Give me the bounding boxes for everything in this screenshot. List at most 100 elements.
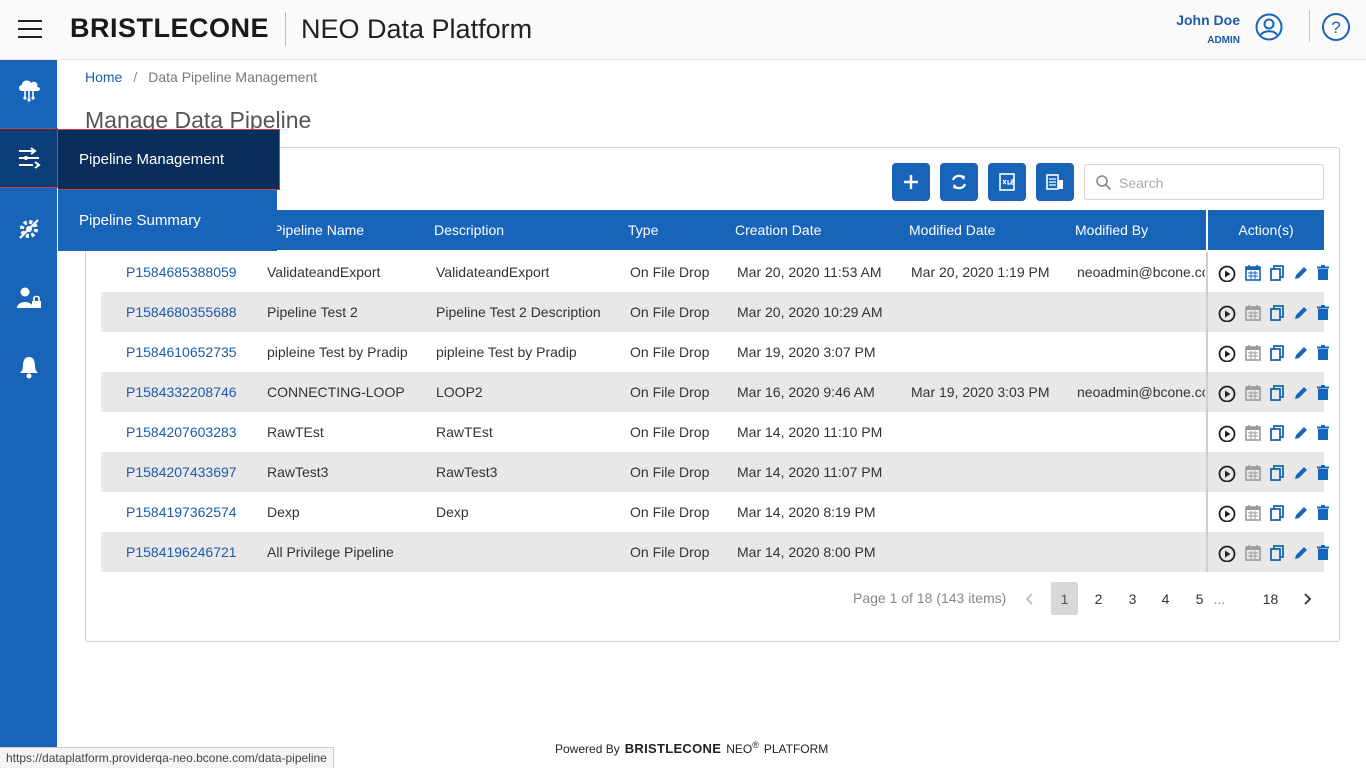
creation-date-cell: Mar 14, 2020 11:10 PM — [737, 424, 883, 440]
edit-icon[interactable] — [1292, 304, 1310, 322]
delete-icon[interactable] — [1314, 304, 1332, 322]
column-header-creation-date[interactable]: Creation Date — [735, 222, 821, 238]
run-icon[interactable] — [1218, 464, 1236, 483]
user-name[interactable]: John Doe — [1160, 12, 1240, 28]
schedule-icon[interactable] — [1244, 344, 1262, 362]
row-actions — [1206, 492, 1329, 532]
add-pipeline-button[interactable] — [892, 163, 930, 201]
pipeline-id-link[interactable]: P1584207433697 — [126, 464, 237, 480]
run-icon[interactable] — [1218, 304, 1236, 323]
divider — [1309, 10, 1310, 42]
modified-by-cell: neoadmin@bcone.co — [1077, 264, 1205, 280]
pipeline-name-cell: ValidateandExport — [267, 264, 381, 280]
delete-icon[interactable] — [1314, 344, 1332, 362]
pipeline-id-link[interactable]: P1584196246721 — [126, 544, 237, 560]
delete-icon[interactable] — [1314, 464, 1332, 482]
search-input[interactable] — [1119, 171, 1314, 195]
column-header-modified-date[interactable]: Modified Date — [909, 222, 995, 238]
delete-icon[interactable] — [1314, 544, 1332, 562]
delete-icon[interactable] — [1314, 384, 1332, 402]
copy-icon[interactable] — [1268, 424, 1286, 442]
run-icon[interactable] — [1218, 544, 1236, 563]
powered-by-label: Powered By — [555, 742, 620, 756]
edit-icon[interactable] — [1292, 544, 1310, 562]
edit-icon[interactable] — [1292, 424, 1310, 442]
schedule-icon[interactable] — [1244, 464, 1262, 482]
pipeline-id-link[interactable]: P1584197362574 — [126, 504, 237, 520]
row-actions — [1206, 372, 1329, 412]
pipeline-name-cell: Pipeline Test 2 — [267, 304, 358, 320]
page-button-1[interactable]: 1 — [1051, 582, 1078, 615]
table-row: P1584197362574 Dexp Dexp On File Drop Mar 14… — [101, 492, 1329, 532]
column-settings-icon — [1046, 174, 1063, 190]
help-icon[interactable]: ? — [1321, 12, 1351, 42]
search-box[interactable] — [1084, 164, 1324, 200]
column-header-description[interactable]: Description — [434, 222, 504, 238]
schedule-icon[interactable] — [1244, 424, 1262, 442]
menu-icon[interactable] — [18, 20, 42, 40]
next-page-button[interactable] — [1293, 582, 1320, 615]
edit-icon[interactable] — [1292, 504, 1310, 522]
type-cell: On File Drop — [630, 344, 710, 360]
schedule-icon[interactable] — [1244, 384, 1262, 402]
description-cell: RawTEst — [436, 424, 493, 440]
edit-icon[interactable] — [1292, 344, 1310, 362]
pipeline-id-link[interactable]: P1584332208746 — [126, 384, 237, 400]
edit-icon[interactable] — [1292, 264, 1310, 282]
nav-settings[interactable] — [0, 200, 57, 258]
pipeline-id-link[interactable]: P1584610652735 — [126, 344, 237, 360]
breadcrumb-separator: / — [133, 69, 138, 85]
column-header-modified-by[interactable]: Modified By — [1075, 222, 1148, 238]
copy-icon[interactable] — [1268, 384, 1286, 402]
schedule-icon[interactable] — [1244, 544, 1262, 562]
page-button-2[interactable]: 2 — [1085, 582, 1112, 615]
nav-user-admin[interactable] — [0, 269, 57, 327]
pipeline-id-link[interactable]: P1584685388059 — [126, 264, 237, 280]
refresh-icon — [951, 174, 967, 190]
column-settings-button[interactable] — [1036, 163, 1074, 201]
schedule-icon[interactable] — [1244, 264, 1262, 282]
edit-icon[interactable] — [1292, 464, 1310, 482]
table-row: P1584332208746 CONNECTING-LOOP LOOP2 On Fil… — [101, 372, 1329, 412]
menu-item-pipeline-management[interactable]: Pipeline Management — [58, 129, 280, 190]
export-xls-button[interactable] — [988, 163, 1026, 201]
delete-icon[interactable] — [1314, 264, 1332, 282]
copy-icon[interactable] — [1268, 504, 1286, 522]
type-cell: On File Drop — [630, 464, 710, 480]
breadcrumb-home[interactable]: Home — [85, 69, 122, 85]
run-icon[interactable] — [1218, 344, 1236, 363]
edit-icon[interactable] — [1292, 384, 1310, 402]
copy-icon[interactable] — [1268, 264, 1286, 282]
copy-icon[interactable] — [1268, 464, 1286, 482]
nav-pipeline[interactable] — [0, 128, 58, 188]
delete-icon[interactable] — [1314, 504, 1332, 522]
refresh-button[interactable] — [940, 163, 978, 201]
user-icon[interactable] — [1255, 13, 1283, 41]
page-button-18[interactable]: 18 — [1257, 582, 1284, 615]
pipeline-id-link[interactable]: P1584207603283 — [126, 424, 237, 440]
run-icon[interactable] — [1218, 264, 1236, 283]
prev-page-button[interactable] — [1016, 582, 1043, 615]
copy-icon[interactable] — [1268, 344, 1286, 362]
run-icon[interactable] — [1218, 504, 1236, 523]
column-header-name[interactable]: Pipeline Name — [273, 222, 364, 238]
creation-date-cell: Mar 19, 2020 3:07 PM — [737, 344, 876, 360]
bell-icon — [19, 357, 38, 379]
copy-icon[interactable] — [1268, 544, 1286, 562]
footer-product: NEO® — [726, 740, 759, 756]
column-header-type[interactable]: Type — [628, 222, 658, 238]
nav-notifications[interactable] — [0, 338, 57, 396]
row-actions — [1206, 332, 1329, 372]
nav-cloud-network[interactable] — [0, 60, 57, 118]
schedule-icon[interactable] — [1244, 304, 1262, 322]
schedule-icon[interactable] — [1244, 504, 1262, 522]
copy-icon[interactable] — [1268, 304, 1286, 322]
run-icon[interactable] — [1218, 424, 1236, 443]
delete-icon[interactable] — [1314, 424, 1332, 442]
menu-item-pipeline-summary[interactable]: Pipeline Summary — [58, 190, 277, 251]
page-button-3[interactable]: 3 — [1119, 582, 1146, 615]
cloud-network-icon — [18, 80, 40, 102]
run-icon[interactable] — [1218, 384, 1236, 403]
page-button-4[interactable]: 4 — [1152, 582, 1179, 615]
pipeline-id-link[interactable]: P1584680355688 — [126, 304, 237, 320]
